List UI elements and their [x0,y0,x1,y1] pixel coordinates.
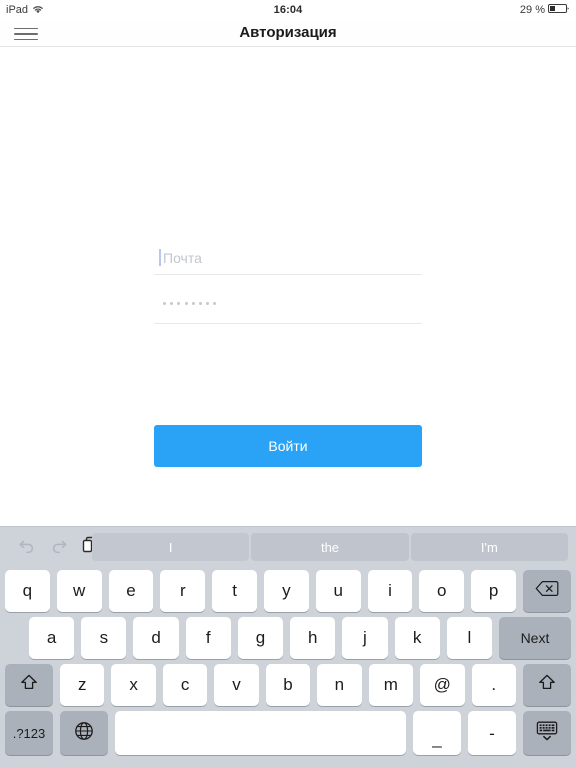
hyphen-label: - [489,723,495,743]
password-dot [213,302,217,305]
password-dot [177,302,181,305]
key-r[interactable]: r [160,570,206,612]
password-dot [163,302,166,305]
key-h[interactable]: h [290,617,336,659]
password-dot [191,302,195,305]
key-y[interactable]: y [263,570,309,612]
onscreen-keyboard: I the I'm q w e r t y u i o p a s d f g … [0,526,576,768]
password-dot [170,302,174,305]
backspace-key[interactable] [522,570,571,612]
key-o[interactable]: o [419,570,465,612]
keyboard-row-2: a s d f g h j k l Next [0,617,576,659]
password-dot [184,302,188,305]
key-z[interactable]: z [60,664,105,706]
hide-keyboard-icon [534,719,560,748]
shift-arrow-icon [537,673,557,697]
key-k[interactable]: k [394,617,440,659]
key-s[interactable]: s [81,617,127,659]
keyboard-key-rows: q w e r t y u i o p a s d f g h j k l Ne… [0,570,576,760]
redo-icon[interactable] [50,537,68,558]
key-l[interactable]: l [446,617,492,659]
key-b[interactable]: b [265,664,311,706]
key-v[interactable]: v [214,664,259,706]
space-key[interactable] [115,711,406,755]
key-u[interactable]: u [315,570,361,612]
key-g[interactable]: g [237,617,284,659]
keyboard-edit-icons [0,536,97,558]
hyphen-key[interactable]: - [468,711,516,755]
page-title: Авторизация [239,24,337,41]
key-m[interactable]: m [368,664,414,706]
password-dot [206,302,210,305]
predictive-text-bar: I the I'm [0,528,576,566]
key-c[interactable]: c [162,664,208,706]
key-w[interactable]: w [56,570,102,612]
login-submit-button[interactable]: Войти [154,425,422,467]
keyboard-row-4: .?123 _ - [0,711,576,755]
shift-key-left[interactable] [5,664,53,706]
key-d[interactable]: d [133,617,179,659]
keyboard-top-separator [0,526,576,527]
key-i[interactable]: i [367,570,413,612]
email-field-placeholder: Почта [163,250,202,266]
status-bar-right: 29 % [520,3,570,17]
ipad-screen: iPad 16:04 29 % Авторизация Почта Войти … [0,0,576,768]
globe-key[interactable] [60,711,108,755]
key-at-sign[interactable]: @ [420,664,465,706]
login-form: Почта [154,246,422,324]
key-period[interactable]: . [471,664,516,706]
suggestion-item[interactable]: I'm [410,533,568,561]
shift-arrow-icon [19,673,39,697]
keyboard-row-1: q w e r t y u i o p [0,570,576,612]
key-j[interactable]: j [342,617,388,659]
key-e[interactable]: e [108,570,154,612]
key-p[interactable]: p [471,570,516,612]
underscore-key[interactable]: _ [413,711,461,755]
text-caret [159,249,161,266]
battery-percent-label: 29 % [519,4,545,16]
battery-icon [548,3,570,17]
key-q[interactable]: q [5,570,50,612]
status-bar-clock: 16:04 [273,4,303,16]
undo-icon[interactable] [18,537,36,558]
password-masked-value [163,302,217,305]
navigation-bar: Авторизация [0,20,576,47]
email-field[interactable]: Почта [154,246,422,275]
status-bar: iPad 16:04 29 % [0,0,576,20]
suggestion-list: I the I'm [92,533,576,561]
password-dot [198,302,202,305]
next-key[interactable]: Next [498,617,571,659]
keyboard-row-3: z x c v b n m @ . [0,664,576,706]
backspace-icon [535,580,559,602]
key-x[interactable]: x [111,664,156,706]
numbers-symbols-key[interactable]: .?123 [5,711,53,755]
hide-keyboard-key[interactable] [523,711,571,755]
suggestion-item[interactable]: the [251,533,409,561]
login-content-area: Почта Войти [0,48,576,526]
globe-icon [73,720,95,747]
suggestion-item[interactable]: I [92,533,250,561]
underscore-label: _ [432,728,442,748]
key-f[interactable]: f [185,617,231,659]
shift-key-right[interactable] [522,664,571,706]
key-n[interactable]: n [317,664,362,706]
password-field[interactable] [154,295,422,324]
key-a[interactable]: a [29,617,75,659]
key-t[interactable]: t [212,570,257,612]
